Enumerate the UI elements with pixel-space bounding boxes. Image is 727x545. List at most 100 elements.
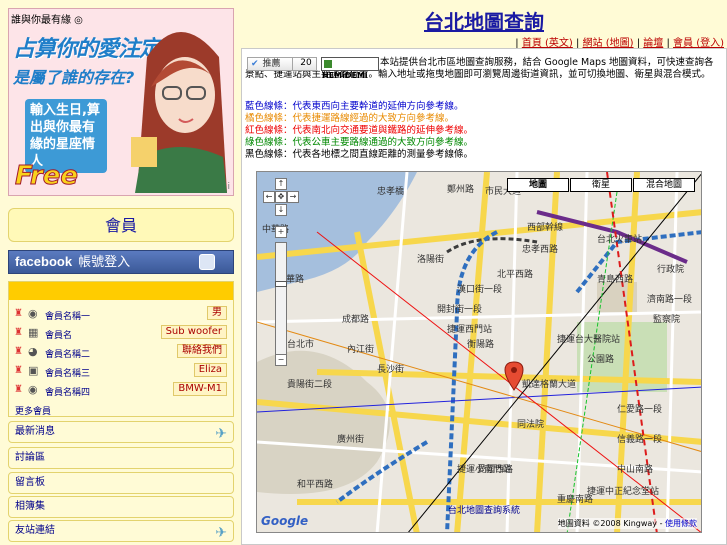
svg-text:公園路: 公園路: [587, 353, 614, 365]
svg-text:開封街一段: 開封街一段: [437, 303, 482, 315]
sidebar-link[interactable]: 最新消息 ✈: [8, 421, 234, 443]
sidebar-link-label: 討論區: [15, 452, 45, 463]
map-caption: 台北地圖查詢系統: [447, 506, 520, 516]
user-name[interactable]: 會員名稱四: [45, 385, 90, 398]
pan-center-icon[interactable]: ✥: [275, 191, 287, 203]
svg-text:忠孝橋: 忠孝橋: [377, 185, 404, 197]
ad-illustration: [131, 32, 227, 193]
svg-text:監察院: 監察院: [653, 313, 680, 325]
user-row[interactable]: ♜ ◕ 會員名稱二 聯絡我們: [9, 341, 233, 360]
page-title: 台北地圖查詢: [424, 10, 544, 34]
svg-text:北平西路: 北平西路: [497, 268, 533, 280]
pan-right-icon[interactable]: →: [287, 191, 299, 203]
ad-subheadline: 是屬了誰的存在?: [13, 68, 135, 87]
online-users-panel: ♜ ◉ 會員名稱一 男 ♜ ▦ 會員名 Sub woofer ♜ ◕ 會員名稱二…: [8, 281, 234, 417]
svg-text:信義路一段: 信義路一段: [617, 433, 662, 445]
user-name[interactable]: 會員名稱二: [45, 347, 90, 360]
sidebar-link-label: 留言板: [15, 477, 45, 488]
legend-line-orange: 橘色線條：代表捷運路線經過的大致方向參考線。: [245, 113, 455, 124]
zoom-slider[interactable]: [275, 242, 287, 362]
svg-text:捷運西門站: 捷運西門站: [447, 323, 492, 335]
user-row[interactable]: ♜ ▣ 會員名稱三 Eliza: [9, 360, 233, 379]
recommend-label: 推薦: [262, 59, 281, 69]
svg-text:貴陽街二段: 貴陽街二段: [287, 378, 332, 390]
legend-line-green: 綠色線條：代表公車主要路線通過的大致方向參考線。: [245, 137, 474, 148]
map-canvas[interactable]: 忠孝橋 市民大道 鄭州路 台北火車站 西部幹線 忠孝西路 北平西路 漢口街一段 …: [257, 172, 702, 533]
svg-text:行政院: 行政院: [657, 263, 684, 275]
hemidemi-label: HEMiDEMi: [322, 71, 368, 80]
hemidemi-icon: [324, 60, 332, 68]
top-nav: | 首頁 (英文) | 網站 (地圖) | 論壇 | 會員 (登入): [515, 38, 724, 49]
legend-line-black: 黑色線條：代表各地標之間直線距離的測量參考線條。: [245, 149, 474, 160]
zoom-out-icon[interactable]: −: [275, 354, 287, 366]
zoom-in-icon[interactable]: +: [275, 226, 287, 238]
svg-text:忠孝西路: 忠孝西路: [522, 243, 558, 255]
map-terms-link[interactable]: 使用條款: [665, 519, 697, 528]
user-status-icon: ♜: [14, 384, 23, 395]
user-row[interactable]: ♜ ◉ 會員名稱四 BMW-M1: [9, 379, 233, 398]
user-row[interactable]: ♜ ▦ 會員名 Sub woofer: [9, 322, 233, 341]
pan-up-icon[interactable]: ↑: [275, 178, 287, 190]
legend-line-red: 紅色線條：代表南北向交通要道與鐵路的延伸參考線。: [245, 125, 474, 136]
ad-free-label: Free: [15, 161, 79, 192]
user-name[interactable]: 會員名稱一: [45, 309, 90, 322]
sidebar-link-label: 最新消息: [15, 426, 55, 437]
map-type-map[interactable]: 地圖: [507, 178, 569, 192]
svg-text:凱達格蘭大道: 凱達格蘭大道: [522, 378, 576, 390]
sidebar-link[interactable]: 友站連結 ✈: [8, 520, 234, 542]
zoom-slider-handle[interactable]: [275, 281, 287, 287]
svg-text:衡陽路: 衡陽路: [467, 338, 494, 350]
user-row[interactable]: ♜ ◉ 會員名稱一 男: [9, 303, 233, 322]
svg-text:內江街: 內江街: [347, 343, 374, 355]
user-avatar-icon: ◉: [28, 307, 38, 320]
sidebar-link[interactable]: 相簿集: [8, 496, 234, 518]
sidebar-link-label: 相簿集: [15, 501, 45, 512]
user-badge: 聯絡我們: [177, 344, 227, 358]
hemidemi-button[interactable]: HEMiDEMi: [321, 57, 379, 80]
svg-text:中山南路: 中山南路: [617, 463, 653, 475]
svg-text:仁愛路一段: 仁愛路一段: [617, 403, 662, 415]
svg-text:捷運中正紀念堂站: 捷運中正紀念堂站: [587, 485, 659, 497]
pan-down-icon[interactable]: ↓: [275, 204, 287, 216]
map-type-satellite[interactable]: 衛星: [570, 178, 632, 192]
google-map[interactable]: 忠孝橋 市民大道 鄭州路 台北火車站 西部幹線 忠孝西路 北平西路 漢口街一段 …: [256, 171, 702, 533]
user-status-icon: ♜: [14, 365, 23, 376]
pan-left-icon[interactable]: ←: [263, 191, 275, 203]
content-panel: 本站提供台北市區地圖查詢服務，結合 Google Maps 地圖資料，可快速查詢…: [241, 48, 727, 545]
map-navigation-control: ↑ ← ✥ → ↓ + −: [263, 178, 299, 368]
sidebar-link[interactable]: 討論區: [8, 447, 234, 469]
legend-line-blue: 藍色線條：代表東西向主要幹道的延伸方向參考線。: [245, 101, 464, 112]
svg-text:台北火車站: 台北火車站: [597, 233, 642, 245]
advertisement-banner[interactable]: 誰與你最有緣 ◎ 占算你的愛注定 是屬了誰的存在? 輸入生日,算出與你最有緣的星…: [8, 8, 234, 196]
left-column: 誰與你最有緣 ◎ 占算你的愛注定 是屬了誰的存在? 輸入生日,算出與你最有緣的星…: [8, 8, 234, 545]
sidebar-link[interactable]: 留言板: [8, 472, 234, 494]
main-column: 台北地圖查詢 | 首頁 (英文) | 網站 (地圖) | 論壇 | 會員 (登入…: [241, 8, 727, 545]
user-name[interactable]: 會員名稱三: [45, 366, 90, 379]
user-badge: BMW-M1: [173, 382, 227, 396]
svg-text:捷運台大醫院站: 捷運台大醫院站: [557, 333, 620, 345]
ad-info-icon[interactable]: i: [227, 182, 230, 192]
online-more-link[interactable]: 更多會員: [15, 404, 51, 417]
svg-text:青島西路: 青島西路: [597, 273, 633, 285]
svg-text:鄭州路: 鄭州路: [447, 183, 474, 195]
facebook-login-button[interactable]: facebook 帳號登入: [8, 250, 234, 274]
user-avatar-icon: ◉: [28, 383, 38, 396]
svg-text:同法院: 同法院: [517, 418, 544, 430]
svg-text:長沙街: 長沙街: [377, 363, 404, 375]
user-status-icon: ♜: [14, 308, 23, 319]
recommend-count: 20: [292, 57, 319, 71]
online-users-header: [9, 282, 233, 300]
map-type-switcher: 地圖 衛星 混合地圖: [506, 178, 695, 192]
ad-badge: 誰與你最有緣 ◎: [11, 15, 83, 26]
user-avatar-icon: ▣: [28, 364, 39, 377]
airplane-icon: ✈: [215, 426, 227, 442]
user-badge: 男: [207, 306, 227, 320]
svg-text:成都路: 成都路: [342, 313, 369, 325]
user-badge: Sub woofer: [160, 325, 227, 339]
user-status-icon: ♜: [14, 346, 23, 357]
svg-text:洛陽街: 洛陽街: [417, 253, 444, 265]
map-type-hybrid[interactable]: 混合地圖: [633, 178, 695, 192]
facebook-brand: facebook: [15, 254, 73, 269]
user-avatar-icon: ▦: [28, 326, 39, 339]
user-name[interactable]: 會員名: [45, 328, 72, 341]
